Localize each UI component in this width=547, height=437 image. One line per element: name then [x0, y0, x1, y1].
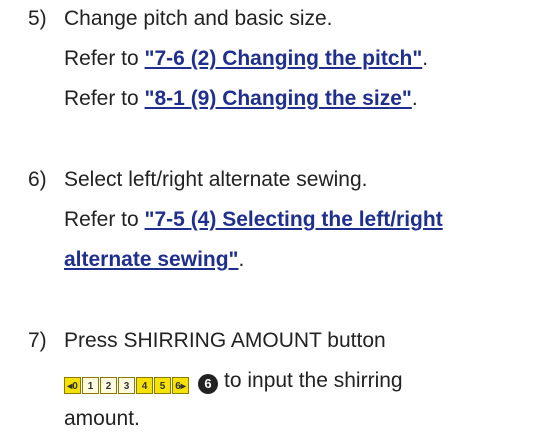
- link-7-6-pitch[interactable]: "7-6 (2) Changing the pitch": [145, 47, 423, 70]
- ref-prefix: Refer to: [64, 87, 145, 110]
- link-8-1-size[interactable]: "8-1 (9) Changing the size": [145, 87, 412, 110]
- link-7-5-alternate-sewing-cont[interactable]: alternate sewing": [64, 248, 239, 271]
- step-7-line-2: ◂0 1 2 3 4 5 6▸ 6 to input the shirring: [64, 368, 403, 394]
- ref-suffix: .: [238, 248, 245, 271]
- step-5-ref-2: Refer to "8-1 (9) Changing the size".: [64, 86, 418, 112]
- step-7-after-button: to input the shirring: [224, 369, 403, 392]
- callout-number-6-icon: 6: [198, 374, 218, 394]
- step-7-text: Press SHIRRING AMOUNT button: [64, 329, 386, 352]
- ref-prefix: Refer to: [64, 47, 145, 70]
- shirring-cell-3[interactable]: 3: [118, 377, 135, 394]
- ref-prefix: Refer to: [64, 208, 145, 231]
- step-6-ref-line-1: Refer to "7-5 (4) Selecting the left/rig…: [64, 207, 443, 233]
- step-6-text: Select left/right alternate sewing.: [64, 168, 368, 191]
- shirring-cell-4[interactable]: 4: [136, 377, 153, 394]
- step-5-ref-1: Refer to "7-6 (2) Changing the pitch".: [64, 46, 428, 72]
- shirring-cell-1[interactable]: 1: [82, 377, 99, 394]
- link-7-5-alternate-sewing[interactable]: "7-5 (4) Selecting the left/right: [145, 208, 443, 231]
- ref-suffix: .: [411, 87, 418, 110]
- step-6-number: 6): [28, 168, 47, 191]
- step-7-line-3: amount.: [64, 407, 140, 430]
- step-5-text: Change pitch and basic size.: [64, 7, 333, 30]
- step-5-number: 5): [28, 7, 47, 30]
- shirring-cell-6[interactable]: 6▸: [172, 377, 189, 394]
- shirring-cell-0[interactable]: ◂0: [64, 377, 81, 394]
- shirring-cell-2[interactable]: 2: [100, 377, 117, 394]
- shirring-amount-button[interactable]: ◂0 1 2 3 4 5 6▸: [64, 377, 190, 394]
- step-6-ref-line-2: alternate sewing".: [64, 247, 244, 273]
- shirring-cell-5[interactable]: 5: [154, 377, 171, 394]
- ref-suffix: .: [422, 47, 429, 70]
- step-7-number: 7): [28, 329, 47, 352]
